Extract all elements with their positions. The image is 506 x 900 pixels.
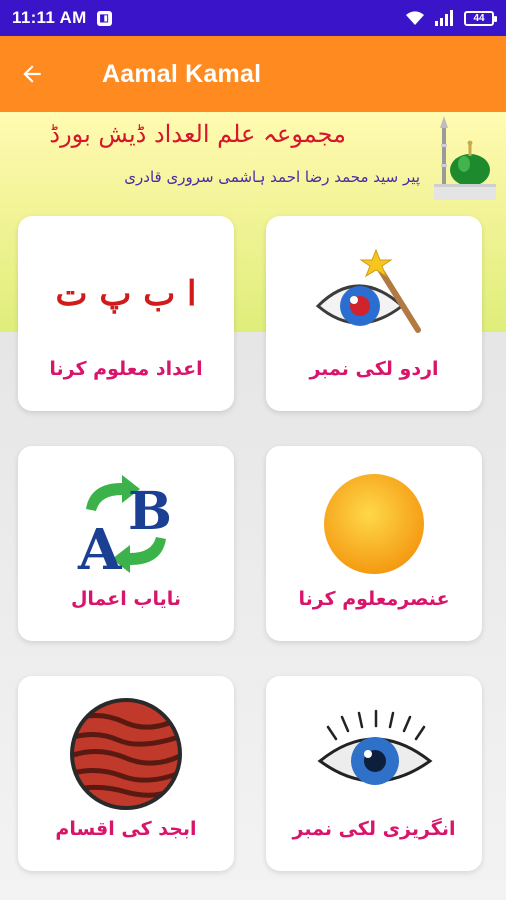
eye-icon bbox=[317, 709, 433, 785]
sun-icon bbox=[324, 474, 424, 574]
status-icons: 44 bbox=[404, 9, 497, 27]
card-label: نایاب اعمال bbox=[70, 588, 182, 610]
card-icon-wrap bbox=[266, 234, 482, 354]
card-label: ابجد کی اقسام bbox=[55, 818, 197, 840]
arrow-left-icon bbox=[23, 65, 41, 83]
card-english-lucky-number[interactable]: انگریزی لکی نمبر bbox=[266, 676, 482, 871]
card-find-element[interactable]: عنصرمعلوم کرنا bbox=[266, 446, 482, 641]
back-button[interactable] bbox=[0, 36, 64, 112]
card-label: اردو لکی نمبر bbox=[309, 358, 439, 380]
wifi-icon bbox=[406, 11, 424, 25]
status-bar: 11:11 AM ◧ 44 bbox=[0, 0, 506, 36]
battery-icon: 44 bbox=[464, 10, 497, 26]
battery-level: 44 bbox=[473, 12, 485, 24]
notification-icon: ◧ bbox=[96, 10, 112, 26]
card-label: انگریزی لکی نمبر bbox=[292, 818, 456, 840]
card-icon-wrap bbox=[266, 694, 482, 814]
status-time: 11:11 AM bbox=[12, 8, 87, 27]
planet-icon bbox=[70, 698, 182, 810]
card-icon-wrap: ا ب پ ت bbox=[18, 234, 234, 354]
hero-title: مجموعہ علم العداد ڈیش بورڈ bbox=[49, 120, 346, 148]
urdu-letters-icon: ا ب پ ت bbox=[55, 274, 197, 314]
app-title: Aamal Kamal bbox=[102, 59, 262, 88]
card-label: عنصرمعلوم کرنا bbox=[298, 588, 450, 610]
card-icon-wrap: A B bbox=[18, 464, 234, 584]
mosque-icon bbox=[434, 116, 496, 200]
card-abjad-types[interactable]: ابجد کی اقسام bbox=[18, 676, 234, 871]
card-find-numbers[interactable]: ا ب پ ت اعداد معلوم کرنا bbox=[18, 216, 234, 411]
svg-text:A: A bbox=[77, 517, 123, 579]
signal-icon bbox=[435, 10, 453, 26]
card-rare-practices[interactable]: A B نایاب اعمال bbox=[18, 446, 234, 641]
card-icon-wrap bbox=[18, 694, 234, 814]
hero-subtitle: پیر سید محمد رضا احمد ہاشمی سروری قادری bbox=[124, 168, 420, 186]
ab-convert-icon: A B bbox=[77, 475, 172, 579]
svg-text:B: B bbox=[128, 481, 172, 542]
magic-eye-icon bbox=[315, 248, 421, 333]
card-icon-wrap bbox=[266, 464, 482, 584]
card-urdu-lucky-number[interactable]: اردو لکی نمبر bbox=[266, 216, 482, 411]
card-label: اعداد معلوم کرنا bbox=[49, 358, 203, 380]
app-bar: Aamal Kamal bbox=[0, 36, 506, 112]
